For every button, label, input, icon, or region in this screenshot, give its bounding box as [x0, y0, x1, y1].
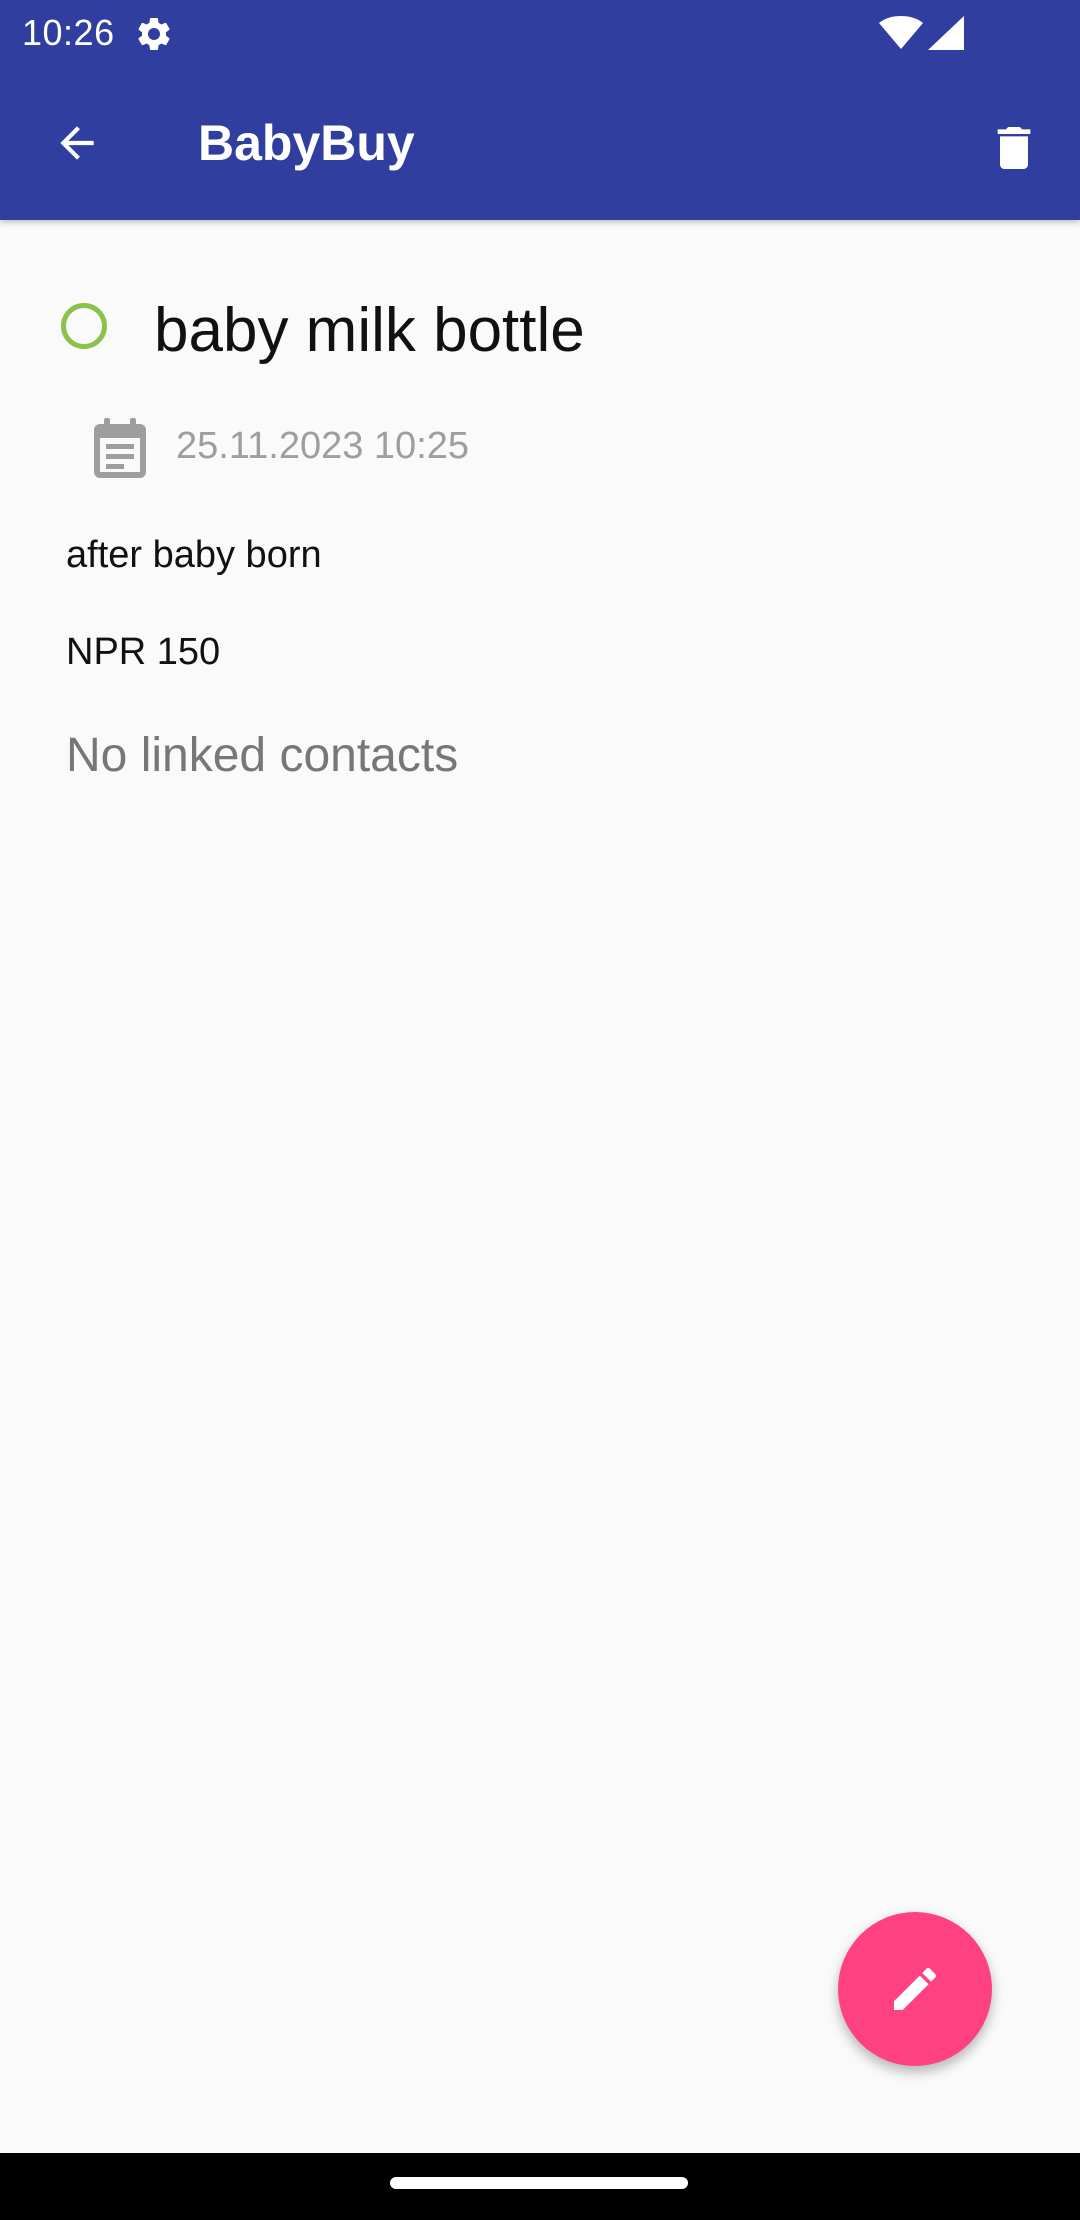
linked-contacts-empty-text: No linked contacts	[66, 729, 459, 782]
delete-button[interactable]	[974, 108, 1054, 188]
pencil-icon	[894, 1967, 937, 2010]
settings-gear-icon	[138, 17, 170, 50]
status-time: 10:26	[22, 12, 115, 53]
toolbar: BabyBuy	[0, 66, 1080, 220]
arrow-back-icon	[60, 126, 94, 160]
back-button[interactable]	[36, 102, 118, 184]
calendar-icon	[94, 418, 146, 478]
circle-outline-icon	[61, 303, 107, 349]
item-price: NPR 150	[66, 631, 221, 673]
app-title: BabyBuy	[198, 115, 415, 171]
app-bar: 10:26 BabyBuy	[0, 0, 1080, 220]
system-navigation-bar	[0, 2153, 1080, 2220]
status-bar: 10:26	[0, 0, 1080, 66]
item-date: 25.11.2023 10:25	[176, 425, 470, 467]
item-status-toggle[interactable]	[58, 300, 116, 358]
cell-signal-icon	[928, 16, 964, 50]
edit-fab-button[interactable]	[838, 1912, 992, 2066]
trash-icon	[997, 127, 1031, 169]
item-note: after baby born	[66, 534, 322, 576]
item-title: baby milk bottle	[154, 296, 585, 365]
wifi-icon	[879, 16, 923, 49]
item-detail-screen: 10:26 BabyBuy baby milk bottle 25.11.202…	[0, 0, 1080, 2220]
home-gesture-handle[interactable]	[390, 2177, 688, 2189]
